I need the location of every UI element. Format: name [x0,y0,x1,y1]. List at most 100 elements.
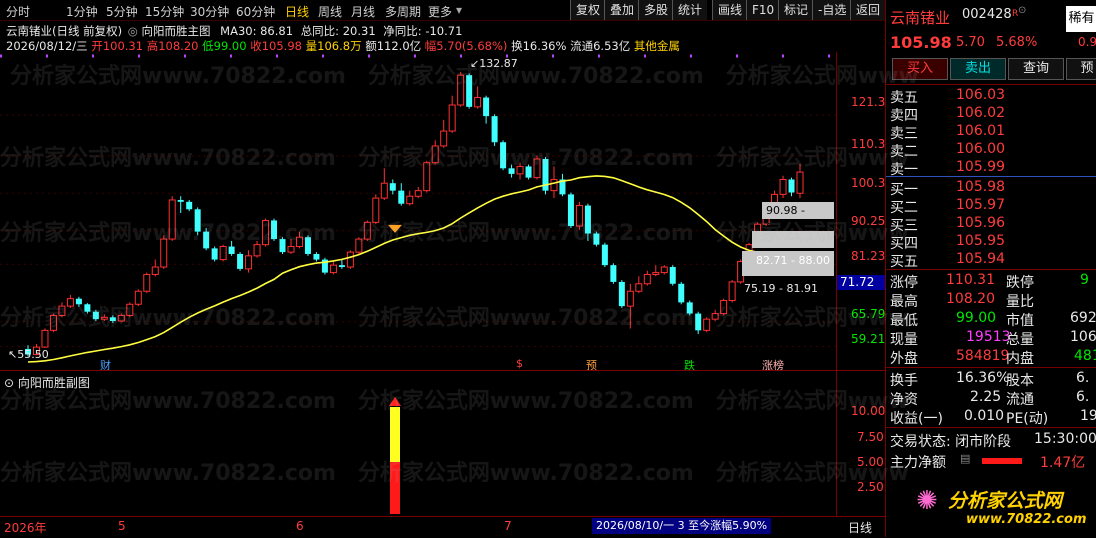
price-tick: 81.23 [851,249,886,263]
candle [406,190,414,206]
bar-sector: 其他金属 [633,39,680,53]
back-button[interactable]: 返回 [850,0,885,20]
resistance-zone-2-label: 82.71 - 88.00 [756,254,830,267]
candle [329,261,337,275]
candle [211,246,218,262]
change-pct: 5.68% [996,35,1038,50]
time-tick: 7 [504,519,512,533]
overlay-button[interactable]: 叠加 [604,0,640,20]
period-tab-more[interactable]: 更多 [428,3,452,20]
ma30-line [27,175,801,363]
resistance-zone-3-label: 75.19 - 81.91 [744,282,818,295]
signal-bar-yellow [390,407,400,462]
candle [610,263,617,284]
time-tick: 5 [118,519,126,533]
candle [652,265,660,277]
period-tab-1min[interactable]: 1分钟 [66,3,98,20]
bar-turnover: 换16.36% [511,39,567,53]
range-status: 2026/08/10/一 3 至今涨幅5.90% [592,518,772,534]
bar-range: 幅5.70(5.68%) [424,39,508,53]
price-tick: 59.21 [851,332,886,346]
candle [660,265,668,275]
forecast-button[interactable]: 预 [1066,58,1096,80]
candle [669,265,676,286]
time-axis: 2026年 5 6 7 2026/08/10/一 3 至今涨幅5.90% 日线 [0,516,885,538]
period-toolbar: 分时 1分钟 5分钟 15分钟 30分钟 60分钟 日线 周线 月线 多周期 更… [0,0,885,21]
stock-title: 云南锗业(日线 前复权) [6,24,123,38]
bar-amount: 额112.0亿 [365,39,422,53]
period-tab-30min[interactable]: 30分钟 [190,3,229,20]
period-tab-daily[interactable]: 日线 [285,3,309,20]
time-tick: 6 [296,519,304,533]
candle [483,95,490,124]
bar-date: 2026/08/12/三 [6,39,88,53]
gem-logo-icon: ✺ [916,486,938,516]
site-logo-url: www.70822.com [966,512,1087,527]
bar-float: 流通6.53亿 [570,39,631,53]
ma30-value: MA30: 86.81 [220,24,294,38]
query-button[interactable]: 查询 [1008,58,1064,80]
candle [389,179,396,195]
current-price-tick: 71.72 [837,275,886,290]
net-yoy: 净同比: -10.71 [383,24,463,38]
period-tab-5min[interactable]: 5分钟 [106,3,138,20]
candle [779,175,787,199]
multi-stock-button[interactable]: 多股 [638,0,674,20]
bar-close: 收105.98 [250,39,302,53]
bar-open: 开100.31 [91,39,144,53]
mark-button[interactable]: 标记 [778,0,814,20]
candle [186,199,193,212]
period-indicator[interactable]: 日线 [848,519,872,536]
last-price: 105.98 [890,33,952,52]
bar-high: 高108.20 [146,39,199,53]
candle [398,183,405,206]
period-tab-multi[interactable]: 多周期 [385,3,421,20]
list-icon: ▤ [960,452,971,465]
fuquan-button[interactable]: 复权 [570,0,606,20]
time-tick: 2026年 [4,521,47,535]
stock-code: 002428 [962,7,1012,22]
candle [245,250,253,273]
candle [559,173,566,197]
candle [219,244,227,262]
period-tab-monthly[interactable]: 月线 [351,3,375,20]
quote-price-row: 105.98 5.70 5.68% 0.9 [890,33,1096,53]
candle [313,252,320,262]
candle [635,276,643,294]
watchlist-remove-button[interactable]: -自选 [812,0,852,20]
candle [143,272,151,294]
period-tab-60min[interactable]: 60分钟 [236,3,275,20]
chart-header-line1: 云南锗业(日线 前复权) ◎ 向阳而胜主图 MA30: 86.81 总同比: 2… [6,23,462,39]
total-yoy: 总同比: 20.31 [300,24,376,38]
candle [321,257,328,275]
event-tag-dollar[interactable]: $ [516,357,523,370]
price-tick: 100.3 [851,176,886,190]
candle [643,270,651,286]
stats-button[interactable]: 统计 [672,0,708,20]
site-logo-text: 分析家公式网 [948,490,1063,512]
candle [414,186,422,199]
settings-icon[interactable]: ◎ [128,24,138,38]
circle-icon: ⊙ [1018,5,1027,16]
draw-line-button[interactable]: 画线 [712,0,748,20]
stock-name: 云南锗业 [890,9,951,27]
price-tick: 121.3 [851,95,886,109]
period-tab-fenshi[interactable]: 分时 [6,3,30,20]
low-marker: ↖55.50 [8,348,49,361]
f10-button[interactable]: F10 [746,0,780,20]
chevron-down-icon[interactable]: ▾ [456,3,462,17]
rare-metal-badge[interactable]: 稀有 [1066,6,1096,32]
candle [448,95,456,133]
candle [380,168,388,200]
sub-axis-tick: 7.50 [857,430,884,444]
period-tab-weekly[interactable]: 周线 [318,3,342,20]
candle [177,196,184,213]
quote-title: 云南锗业 002428 R ⊙ [890,5,1095,27]
candle [237,252,244,271]
sell-button[interactable]: 卖出 [950,58,1006,80]
candle [151,259,159,277]
logo-area: ✺ 分析家公式网 www.70822.com [886,476,1096,537]
change: 5.70 [956,35,985,50]
period-tab-15min[interactable]: 15分钟 [145,3,184,20]
candle [346,250,354,269]
